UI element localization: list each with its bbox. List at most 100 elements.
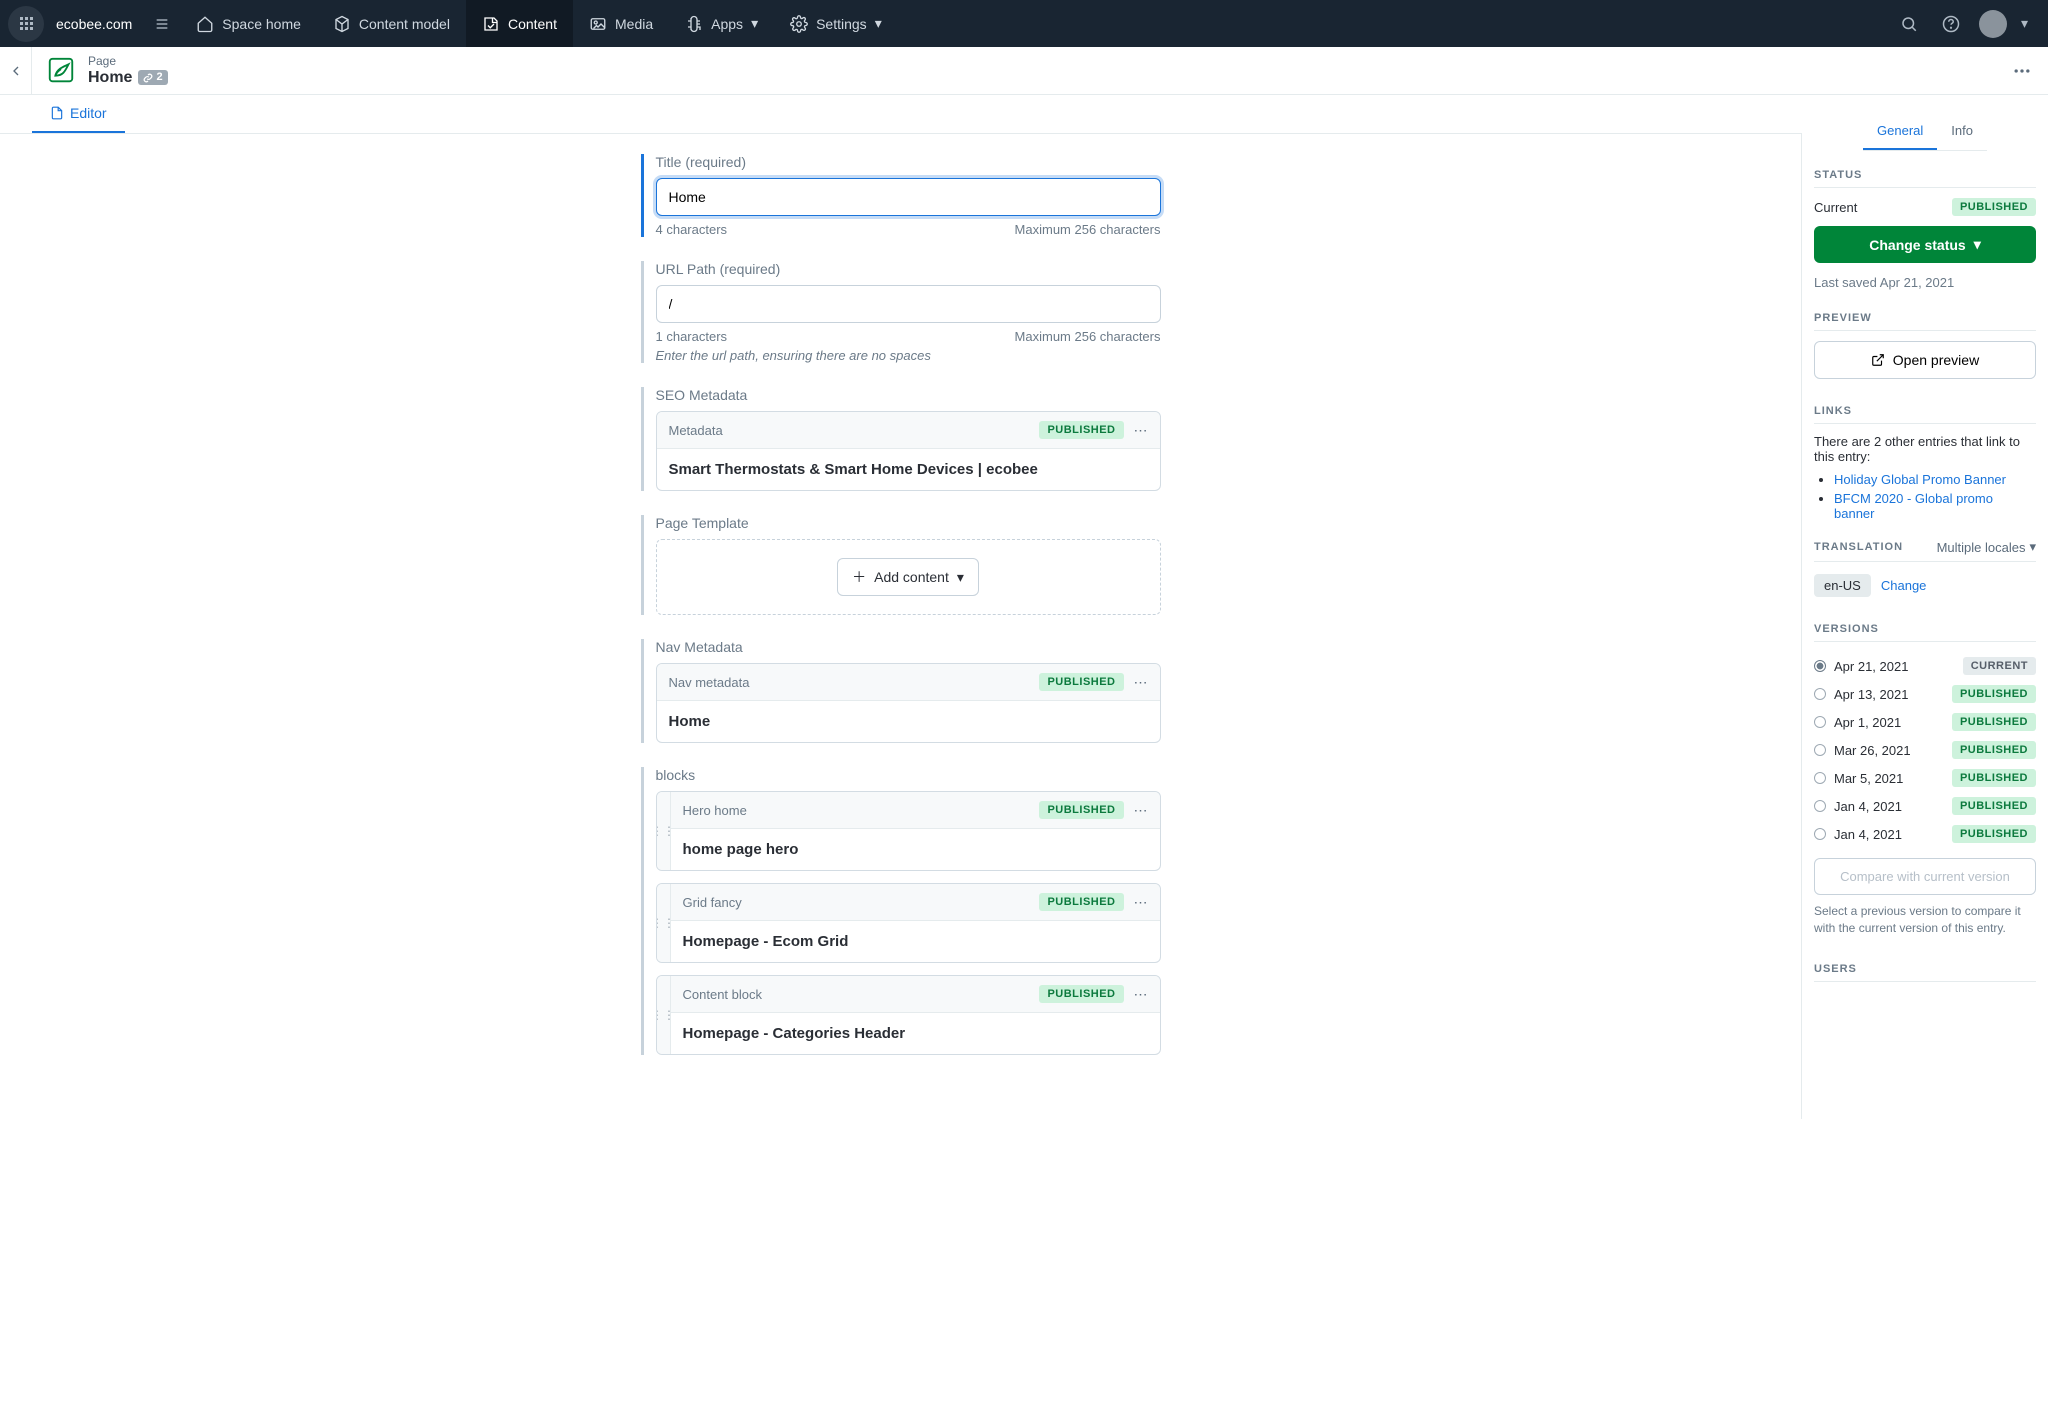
field-label: Page Template: [656, 515, 1161, 531]
ref-type: Hero home: [683, 803, 747, 818]
version-row[interactable]: Mar 26, 2021 PUBLISHED: [1814, 736, 2036, 764]
chevron-down-icon[interactable]: ▾: [2021, 15, 2028, 32]
version-row[interactable]: Apr 13, 2021 PUBLISHED: [1814, 680, 2036, 708]
nav-label: Media: [615, 16, 653, 32]
nav-settings[interactable]: Settings ▾: [774, 0, 898, 47]
section-translation-label: TRANSLATION: [1814, 541, 1903, 553]
links-list: Holiday Global Promo Banner BFCM 2020 - G…: [1814, 472, 2036, 521]
ref-title: Homepage - Ecom Grid: [671, 921, 1160, 962]
block-item[interactable]: ⋮⋮ Content block PUBLISHED ⋯ Homepage - …: [656, 975, 1161, 1055]
link-item[interactable]: BFCM 2020 - Global promo banner: [1834, 491, 1993, 521]
ref-more-icon[interactable]: ⋯: [1134, 894, 1148, 911]
version-row[interactable]: Apr 1, 2021 PUBLISHED: [1814, 708, 2036, 736]
change-locale-link[interactable]: Change: [1881, 578, 1927, 593]
drag-handle-icon[interactable]: ⋮⋮: [657, 792, 671, 870]
section-versions-label: VERSIONS: [1814, 623, 2036, 642]
ref-more-icon[interactable]: ⋯: [1134, 422, 1148, 439]
version-date: Apr 21, 2021: [1834, 659, 1908, 674]
sidebar: General Info STATUS Current PUBLISHED Ch…: [1802, 95, 2048, 1119]
plus-icon: ＋: [852, 567, 866, 587]
chevron-down-icon: ▾: [957, 569, 964, 586]
radio-icon[interactable]: [1814, 800, 1826, 812]
title-input[interactable]: [656, 178, 1161, 216]
sidebar-toggle-icon[interactable]: [150, 12, 174, 36]
version-row[interactable]: Jan 4, 2021 PUBLISHED: [1814, 792, 2036, 820]
nav-space-home[interactable]: Space home: [180, 0, 317, 47]
avatar[interactable]: [1979, 10, 2007, 38]
radio-icon[interactable]: [1814, 744, 1826, 756]
ref-more-icon[interactable]: ⋯: [1134, 986, 1148, 1003]
drag-handle-icon[interactable]: ⋮⋮: [657, 976, 671, 1054]
nav-label: Content model: [359, 16, 450, 32]
section-users-label: USERS: [1814, 963, 2036, 982]
drag-handle-icon[interactable]: ⋮⋮: [657, 884, 671, 962]
editor-column: Title (required) 4 characters Maximum 25…: [0, 134, 1802, 1119]
ref-more-icon[interactable]: ⋯: [1134, 674, 1148, 691]
radio-icon[interactable]: [1814, 660, 1826, 672]
radio-icon[interactable]: [1814, 772, 1826, 784]
sidebar-tabs: General Info: [1863, 113, 1987, 151]
nav-content[interactable]: Content: [466, 0, 573, 47]
section-links-label: LINKS: [1814, 405, 2036, 424]
char-count: 4 characters: [656, 222, 728, 237]
entry-header: Page Home 2: [0, 47, 2048, 95]
field-title: Title (required) 4 characters Maximum 25…: [641, 154, 1161, 237]
version-date: Apr 1, 2021: [1834, 715, 1901, 730]
open-preview-button[interactable]: Open preview: [1814, 341, 2036, 379]
entry-more-button[interactable]: [2004, 53, 2040, 89]
status-badge: PUBLISHED: [1952, 198, 2036, 216]
add-content-button[interactable]: ＋ Add content ▾: [837, 558, 979, 596]
url-input[interactable]: [656, 285, 1161, 323]
nav-apps[interactable]: Apps ▾: [669, 0, 774, 47]
change-status-button[interactable]: Change status ▾: [1814, 226, 2036, 263]
link-item[interactable]: Holiday Global Promo Banner: [1834, 472, 2006, 487]
version-date: Mar 26, 2021: [1834, 743, 1911, 758]
help-icon[interactable]: [1937, 10, 1965, 38]
block-item[interactable]: ⋮⋮ Hero home PUBLISHED ⋯ home page hero: [656, 791, 1161, 871]
translation-mode[interactable]: Multiple locales ▾: [1937, 539, 2036, 555]
ref-more-icon[interactable]: ⋯: [1134, 802, 1148, 819]
chevron-down-icon: ▾: [751, 15, 758, 32]
field-label: Title (required): [656, 154, 1161, 170]
ref-title: Home: [657, 701, 1160, 742]
version-row[interactable]: Mar 5, 2021 PUBLISHED: [1814, 764, 2036, 792]
version-badge: PUBLISHED: [1952, 685, 2036, 703]
chevron-down-icon: ▾: [2029, 539, 2036, 555]
back-button[interactable]: [0, 47, 32, 95]
apps-menu-icon[interactable]: [8, 6, 44, 42]
nav-label: Apps: [711, 16, 743, 32]
field-nav-metadata: Nav Metadata Nav metadata PUBLISHED ⋯ Ho…: [641, 639, 1161, 743]
radio-icon[interactable]: [1814, 828, 1826, 840]
field-help: Enter the url path, ensuring there are n…: [656, 348, 1161, 363]
sidebar-tab-general[interactable]: General: [1863, 113, 1937, 150]
version-date: Jan 4, 2021: [1834, 827, 1902, 842]
version-row[interactable]: Jan 4, 2021 PUBLISHED: [1814, 820, 2036, 848]
radio-icon[interactable]: [1814, 716, 1826, 728]
ref-title: home page hero: [671, 829, 1160, 870]
block-item[interactable]: ⋮⋮ Grid fancy PUBLISHED ⋯ Homepage - Eco…: [656, 883, 1161, 963]
ref-type: Content block: [683, 987, 763, 1002]
compare-help: Select a previous version to compare it …: [1814, 903, 2036, 937]
nav-media[interactable]: Media: [573, 0, 669, 47]
chevron-down-icon: ▾: [1974, 236, 1981, 253]
compare-versions-button[interactable]: Compare with current version: [1814, 858, 2036, 895]
ref-title: Homepage - Categories Header: [671, 1013, 1160, 1054]
radio-icon[interactable]: [1814, 688, 1826, 700]
entry-title: Home 2: [88, 68, 168, 87]
locale-pill: en-US: [1814, 574, 1871, 597]
version-badge: PUBLISHED: [1952, 825, 2036, 843]
status-badge: PUBLISHED: [1039, 985, 1123, 1003]
nav-content-model[interactable]: Content model: [317, 0, 466, 47]
reference-card[interactable]: Nav metadata PUBLISHED ⋯ Home: [656, 663, 1161, 743]
tab-editor[interactable]: Editor: [32, 95, 125, 133]
top-navigation: Space home Content model Content Media A…: [180, 0, 897, 47]
reference-card[interactable]: Metadata PUBLISHED ⋯ Smart Thermostats &…: [656, 411, 1161, 491]
entry-type-label: Page: [88, 54, 168, 68]
version-badge: CURRENT: [1963, 657, 2036, 675]
version-row[interactable]: Apr 21, 2021 CURRENT: [1814, 652, 2036, 680]
search-icon[interactable]: [1895, 10, 1923, 38]
field-label: URL Path (required): [656, 261, 1161, 277]
char-max: Maximum 256 characters: [1015, 222, 1161, 237]
version-badge: PUBLISHED: [1952, 713, 2036, 731]
sidebar-tab-info[interactable]: Info: [1937, 113, 1987, 150]
